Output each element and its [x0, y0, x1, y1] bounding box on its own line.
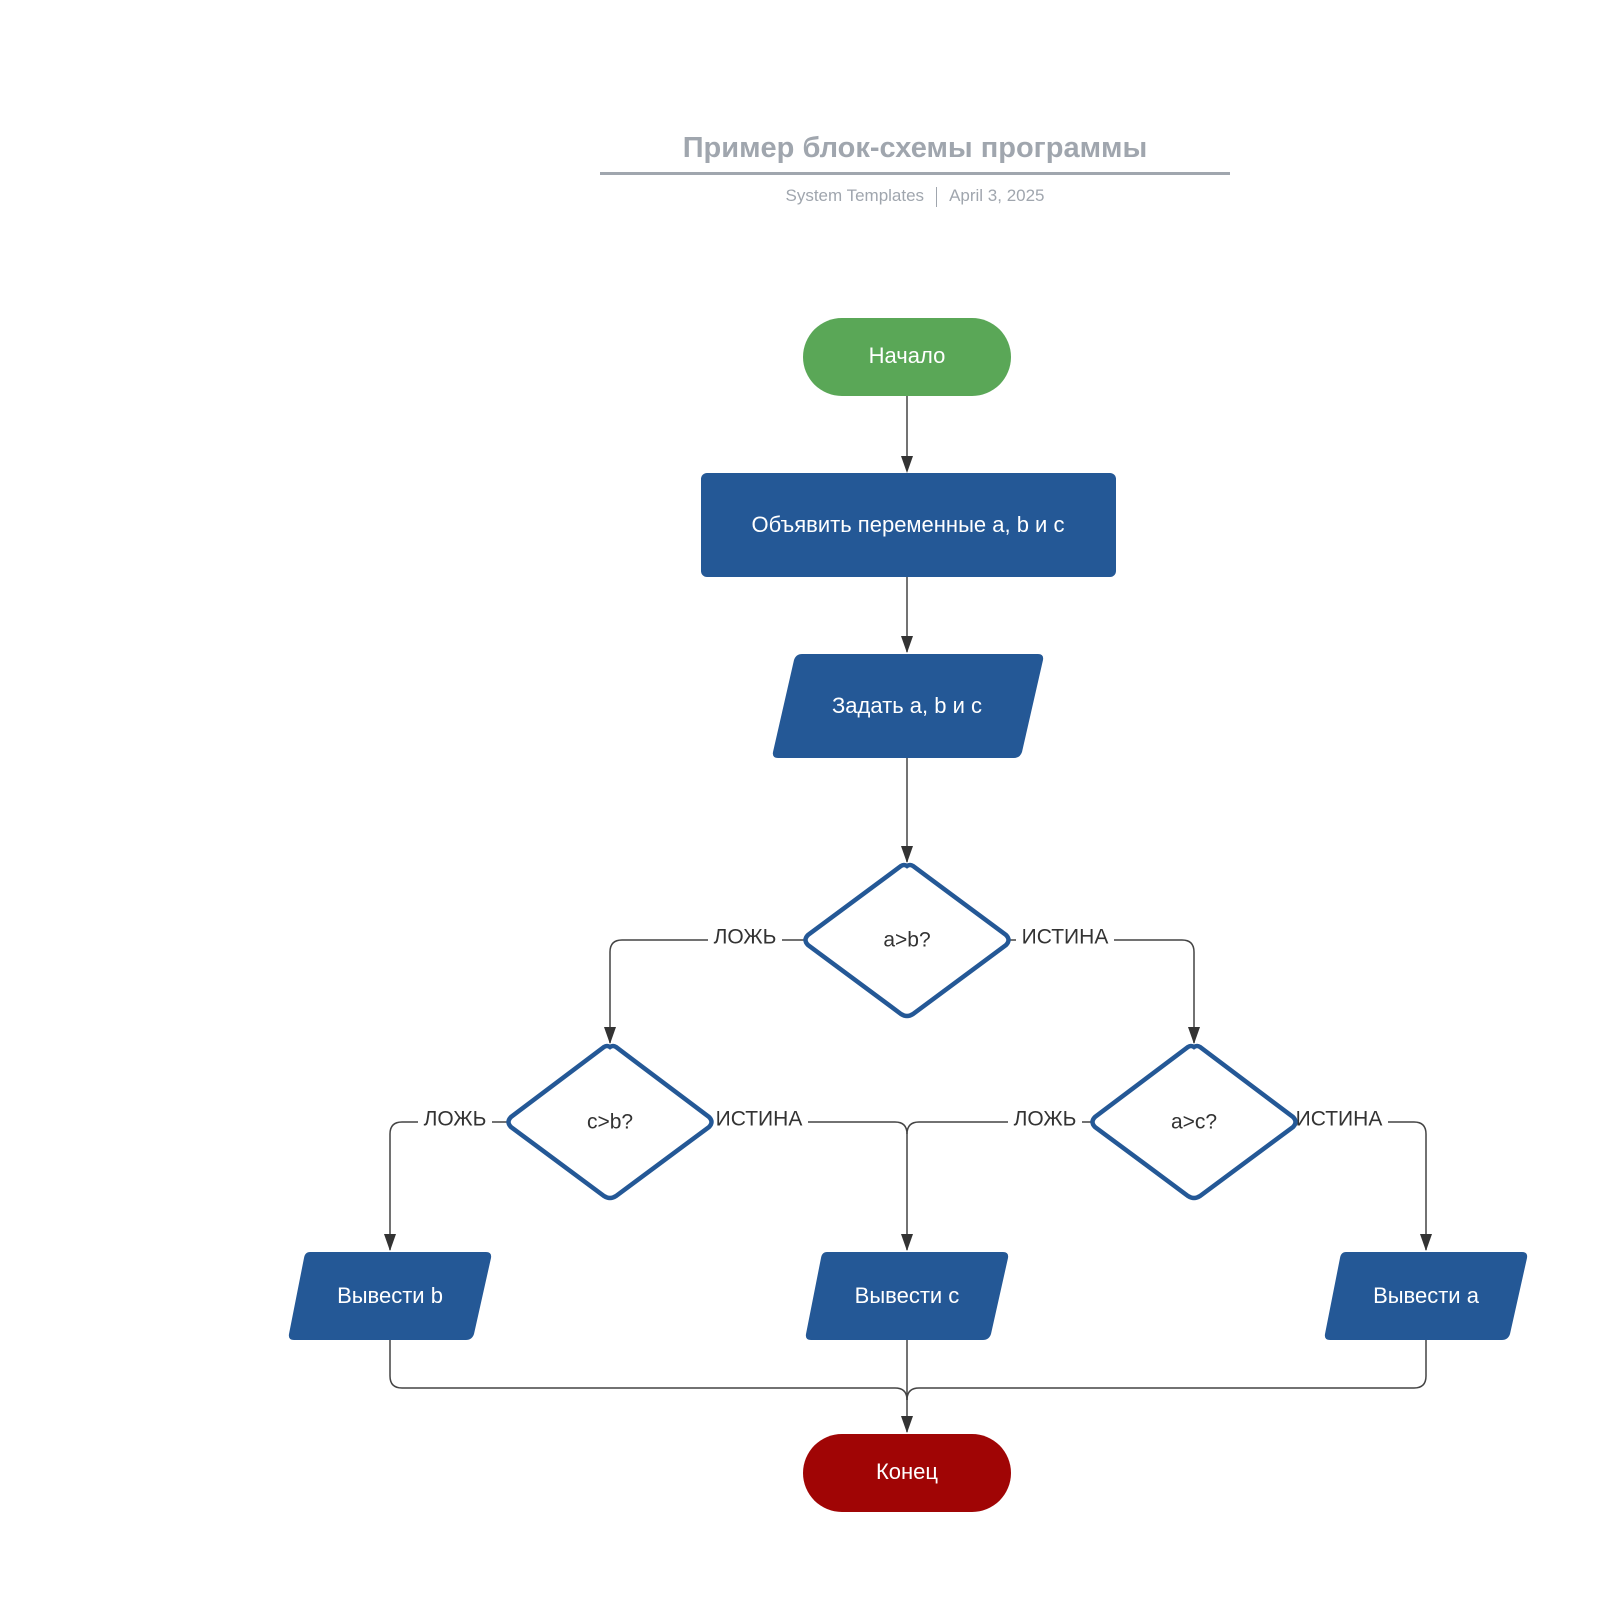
edge-deccb-false: [389, 1121, 508, 1250]
label-decab-false: ЛОЖЬ: [714, 926, 777, 949]
node-out-b[interactable]: Вывести b: [288, 1252, 492, 1340]
arrowhead-icon: [901, 636, 913, 653]
label-deccb-true: ИСТИНА: [716, 1108, 803, 1131]
arrowhead-icon: [901, 1234, 913, 1251]
edge-decab-true: [1010, 939, 1195, 1043]
node-dec-ac[interactable]: a>c?: [1090, 1043, 1298, 1201]
arrowhead-icon: [384, 1234, 396, 1251]
edge-deccb-true: [712, 1121, 908, 1250]
node-end-label: Конец: [876, 1459, 938, 1484]
arrowhead-icon: [604, 1027, 616, 1044]
edge-outb-end: [389, 1340, 908, 1401]
arrowhead-icon: [1188, 1027, 1200, 1044]
node-start[interactable]: Начало: [803, 318, 1011, 396]
node-dec-ab[interactable]: a>b?: [803, 862, 1011, 1019]
edge-outa-end: [906, 1340, 1427, 1401]
node-out-c[interactable]: Вывести c: [805, 1252, 1009, 1340]
node-dec-ac-label: a>c?: [1171, 1111, 1217, 1134]
node-out-c-label: Вывести c: [855, 1283, 960, 1308]
flowchart-canvas: ЛОЖЬ ИСТИНА ЛОЖЬ ИСТИНА ЛОЖЬ ИСТИНА Нача…: [288, 318, 1528, 1512]
label-decac-true: ИСТИНА: [1296, 1108, 1383, 1131]
node-dec-cb-label: c>b?: [587, 1111, 633, 1134]
node-end[interactable]: Конец: [803, 1434, 1011, 1512]
edge-decac-true: [1296, 1121, 1427, 1250]
node-out-a[interactable]: Вывести a: [1324, 1252, 1528, 1340]
node-out-a-label: Вывести a: [1373, 1283, 1480, 1308]
arrowhead-icon: [1420, 1234, 1432, 1251]
label-deccb-false: ЛОЖЬ: [424, 1108, 487, 1131]
label-decab-true: ИСТИНА: [1022, 926, 1109, 949]
arrowhead-icon: [901, 456, 913, 473]
edge-decab-false: [609, 939, 805, 1043]
arrowhead-icon: [901, 1416, 913, 1433]
label-decac-false: ЛОЖЬ: [1014, 1108, 1077, 1131]
node-dec-ab-label: a>b?: [883, 929, 930, 952]
node-start-label: Начало: [869, 343, 946, 368]
node-out-b-label: Вывести b: [337, 1283, 443, 1308]
node-input[interactable]: Задать a, b и c: [772, 654, 1044, 758]
arrowhead-icon: [901, 846, 913, 863]
node-input-label: Задать a, b и c: [832, 693, 982, 718]
node-declare-label: Объявить переменные a, b и c: [752, 512, 1065, 537]
node-dec-cb[interactable]: c>b?: [506, 1043, 714, 1201]
node-declare[interactable]: Объявить переменные a, b и c: [701, 473, 1116, 577]
